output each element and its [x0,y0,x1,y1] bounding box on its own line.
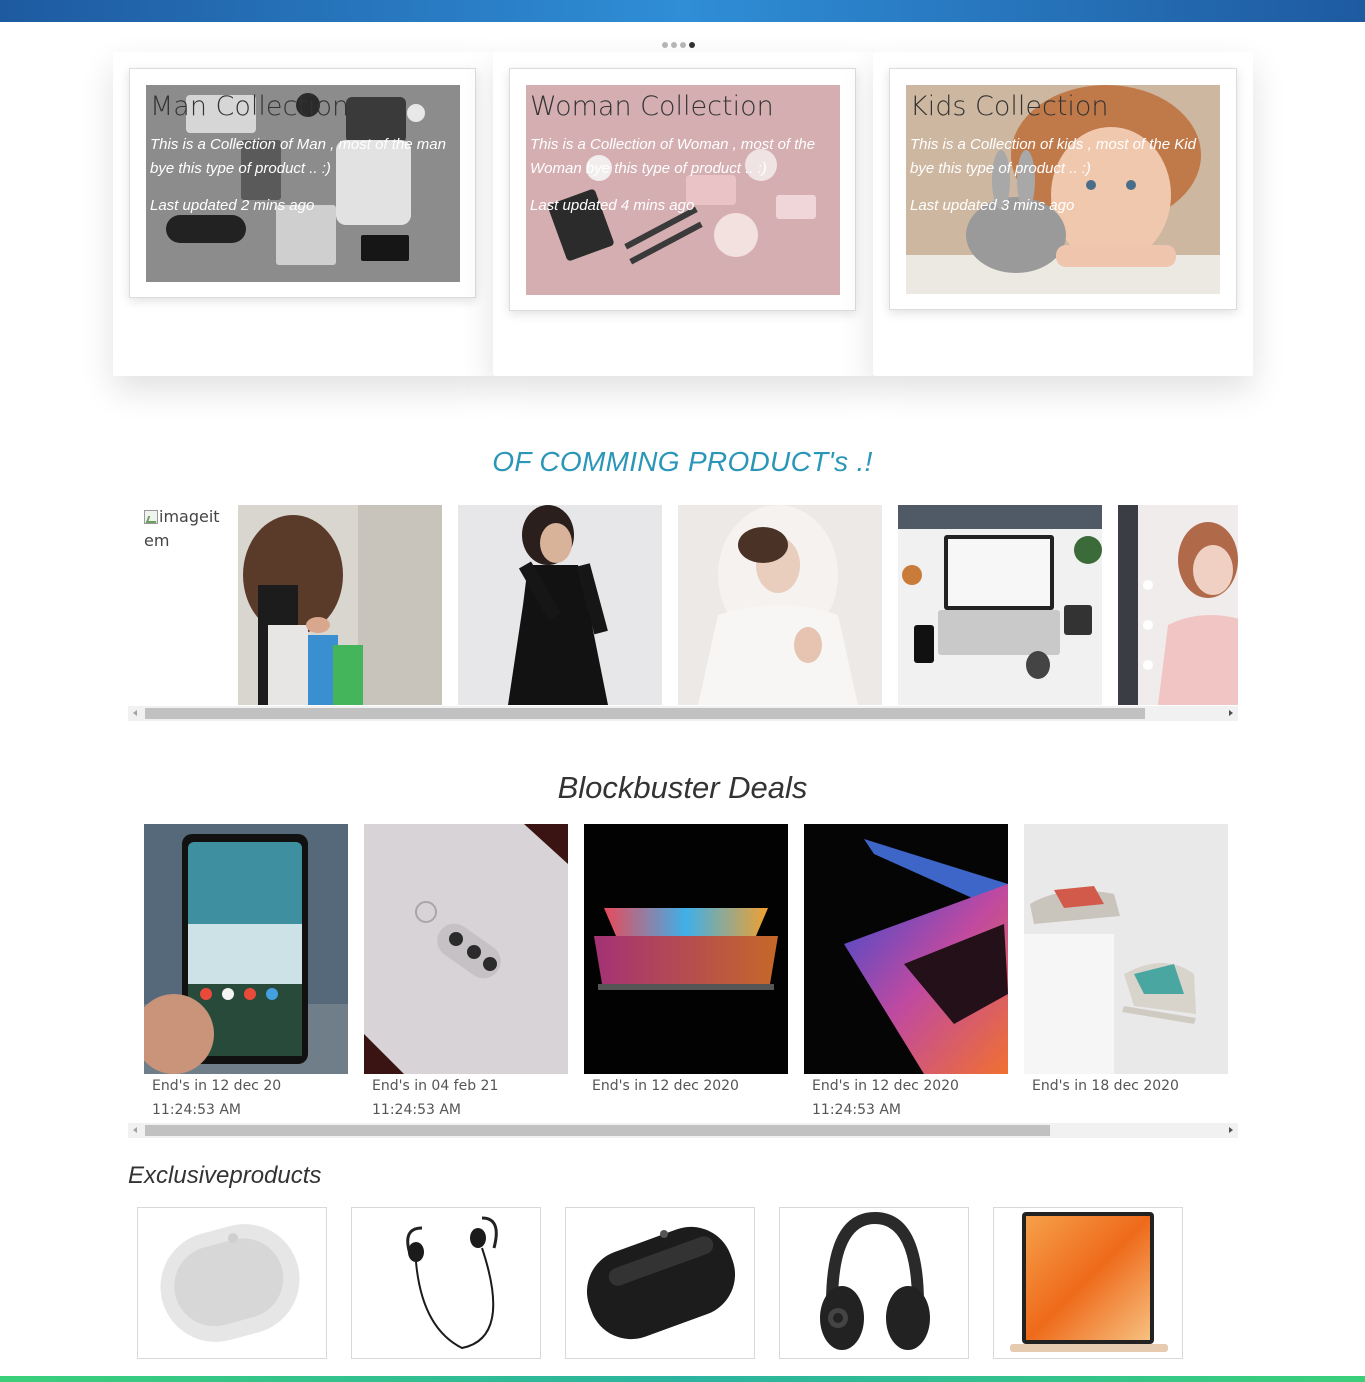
deal-image-laptop-colorful [584,824,788,1074]
top-header-bar [0,0,1365,22]
upcoming-item-girl-mirror[interactable] [1118,505,1238,705]
collection-title: Man Collection [150,91,350,122]
upcoming-scrollbar[interactable] [128,706,1238,721]
collection-description: This is a Collection of kids , most of t… [910,136,1196,177]
collection-image-woman: Woman Collection This is a Collection of… [526,85,840,295]
collection-card-man[interactable]: Man Collection This is a Collection of M… [129,68,476,298]
scrollbar-thumb[interactable] [145,708,1145,719]
deals-section-title: Blockbuster Deals [557,770,808,805]
collection-image-man: Man Collection This is a Collection of M… [146,85,460,282]
scroll-left-arrow-icon[interactable] [128,1123,143,1138]
collection-text-man: Man Collection This is a Collection of M… [146,85,460,282]
exclusive-item-speaker-white[interactable] [137,1207,327,1359]
scroll-right-arrow-icon[interactable] [1223,1123,1238,1138]
deals-scrollbar[interactable] [128,1123,1238,1138]
collection-text-kids: Kids Collection This is a Collection of … [906,85,1220,294]
carousel-dot-active[interactable] [689,42,695,48]
deal-end-time: 11:24:53 AM [152,1102,241,1118]
upcoming-item-shopping[interactable] [238,505,442,705]
collection-title: Woman Collection [530,91,774,122]
upcoming-item-laptop-desk[interactable] [898,505,1102,705]
exclusive-item-speaker-black[interactable] [565,1207,755,1359]
deal-item[interactable]: End's in 12 dec 20 11:24:53 AM [144,824,348,1122]
collection-updated: Last updated 4 mins ago [530,197,695,214]
deal-item[interactable]: End's in 04 feb 21 11:24:53 AM [364,824,568,1122]
collection-description: This is a Collection of Man , most of th… [150,136,446,177]
deal-end-date: End's in 12 dec 2020 [812,1078,959,1094]
collection-card-kids[interactable]: Kids Collection This is a Collection of … [889,68,1237,310]
collection-text-woman: Woman Collection This is a Collection of… [526,85,840,295]
exclusive-item-headphones[interactable] [779,1207,969,1359]
exclusive-item-macbook[interactable] [993,1207,1183,1359]
deal-end-time: 11:24:53 AM [812,1102,901,1118]
collection-updated: Last updated 3 mins ago [910,197,1075,214]
upcoming-products-row: imageitem [128,505,1238,705]
scroll-right-arrow-icon[interactable] [1223,706,1238,721]
deal-image-nokia-phone [364,824,568,1074]
carousel-indicators [662,42,695,48]
upcoming-item-bride[interactable] [678,505,882,705]
collection-updated: Last updated 2 mins ago [150,197,315,214]
scrollbar-thumb[interactable] [145,1125,1050,1136]
deal-end-date: End's in 04 feb 21 [372,1078,499,1094]
broken-image-icon [144,510,158,524]
deal-item[interactable]: End's in 12 dec 2020 [584,824,788,1098]
deal-image-sneakers [1024,824,1228,1074]
deal-item[interactable]: End's in 12 dec 2020 11:24:53 AM [804,824,1008,1122]
exclusive-section-title: Exclusiveproducts [128,1162,322,1189]
collection-image-kids: Kids Collection This is a Collection of … [906,85,1220,294]
carousel-dot[interactable] [662,42,668,48]
deal-image-smartphone [144,824,348,1074]
upcoming-section-title: OF COMMING PRODUCT's .! [492,446,873,477]
carousel-dot[interactable] [671,42,677,48]
upcoming-item-black-dress[interactable] [458,505,662,705]
bottom-footer-bar [0,1376,1365,1382]
deal-item[interactable]: End's in 18 dec 2020 [1024,824,1228,1098]
broken-image-placeholder: imageitem [144,505,224,553]
deal-end-time: 11:24:53 AM [372,1102,461,1118]
deal-end-date: End's in 18 dec 2020 [1032,1078,1179,1094]
deal-end-date: End's in 12 dec 2020 [592,1078,739,1094]
collection-description: This is a Collection of Woman , most of … [530,136,816,177]
exclusive-item-earphones[interactable] [351,1207,541,1359]
scroll-left-arrow-icon[interactable] [128,706,143,721]
carousel-dot[interactable] [680,42,686,48]
deal-end-date: End's in 12 dec 20 [152,1078,282,1094]
deal-image-laptop-keyboard [804,824,1008,1074]
collection-title: Kids Collection [910,91,1109,122]
collection-card-woman[interactable]: Woman Collection This is a Collection of… [509,68,856,311]
